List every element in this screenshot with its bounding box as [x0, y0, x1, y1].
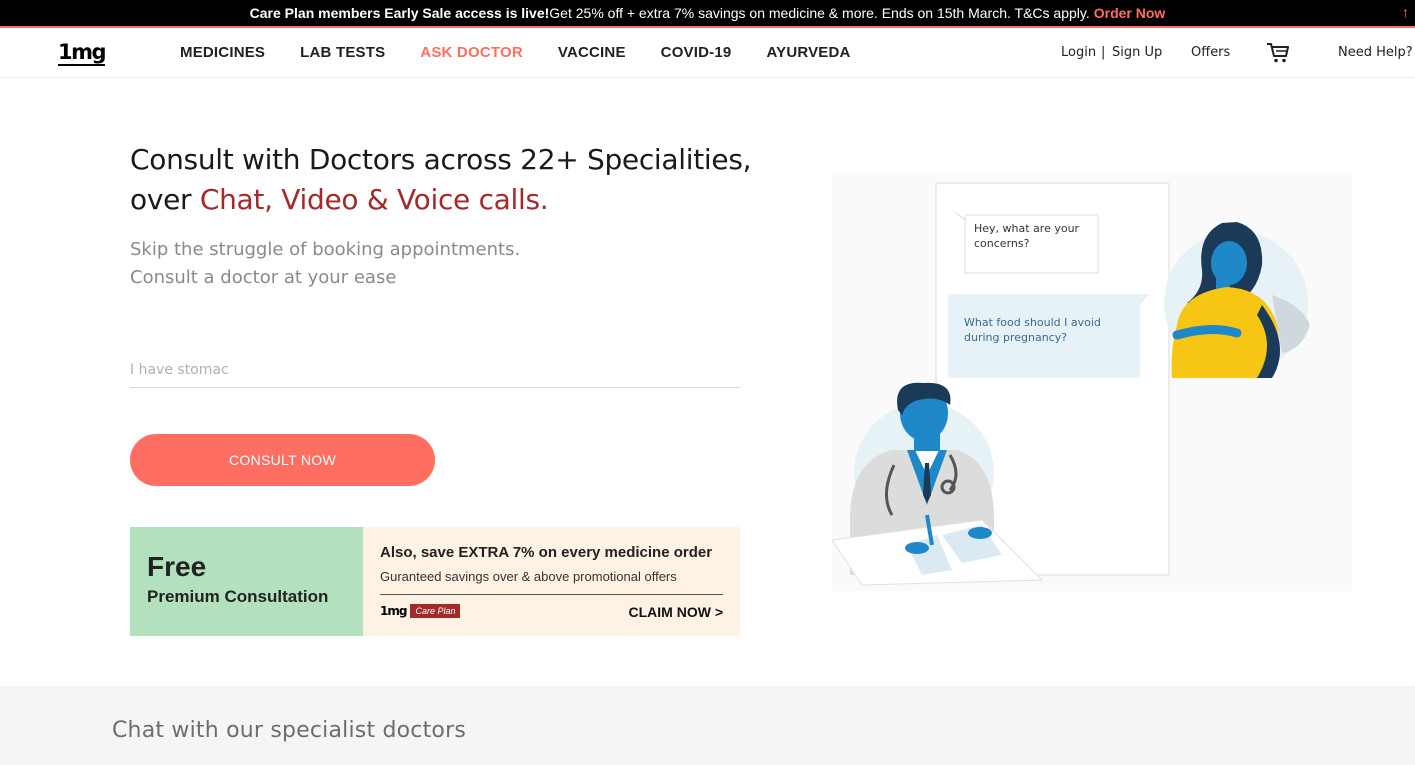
logo[interactable]: 1mg: [58, 40, 107, 66]
doctor-chat-illustration: Hey, what are your concerns? What food s…: [832, 175, 1352, 591]
headline-prefix: over: [130, 183, 200, 216]
claim-now-link[interactable]: CLAIM NOW >: [629, 604, 724, 620]
care-plan-promo-banner[interactable]: Free Premium Consultation Also, save EXT…: [130, 527, 740, 636]
signup-link[interactable]: Sign Up: [1112, 45, 1162, 60]
nav-item-vaccine[interactable]: VACCINE: [558, 44, 626, 61]
promo-free-text: Free: [147, 551, 207, 582]
promo-divider: [380, 594, 723, 595]
headline-line-2: over Chat, Video & Voice calls.: [130, 180, 751, 220]
section-title: Chat with our specialist doctors: [112, 718, 466, 743]
promo-subtext: Guranteed savings over & above promotion…: [380, 569, 677, 584]
nav-item-covid-19[interactable]: COVID-19: [661, 44, 732, 61]
order-now-link[interactable]: Order Now: [1094, 5, 1166, 21]
doctor-bubble-line-1: Hey, what are your: [974, 222, 1080, 235]
announcement-bar: Care Plan members Early Sale access is l…: [0, 0, 1415, 28]
promo-savings-panel: Also, save EXTRA 7% on every medicine or…: [363, 527, 740, 636]
nav-menu: MEDICINES LAB TESTS ASK DOCTOR VACCINE C…: [180, 44, 851, 61]
page-headline: Consult with Doctors across 22+ Speciali…: [130, 140, 752, 220]
nav-item-medicines[interactable]: MEDICINES: [180, 44, 265, 61]
care-plan-brand: 1mg Care Plan: [380, 604, 461, 618]
need-help-link[interactable]: Need Help?: [1338, 45, 1413, 60]
logo-text: 1mg: [58, 40, 107, 66]
promo-logo: 1mg: [380, 604, 407, 618]
subtitle-line-2: Consult a doctor at your ease: [130, 267, 397, 288]
symptom-search-input[interactable]: [130, 352, 740, 388]
doctor-bubble-line-2: concerns?: [974, 237, 1030, 250]
promo-free-panel: Free Premium Consultation: [130, 527, 363, 636]
consult-now-button[interactable]: CONSULT NOW: [130, 434, 435, 486]
promo-headline: Also, save EXTRA 7% on every medicine or…: [380, 544, 713, 561]
announcement-bold: Care Plan members Early Sale access is l…: [249, 5, 550, 21]
hero-subtitle: Skip the struggle of booking appointment…: [130, 236, 520, 292]
announcement-text: Get 25% off + extra 7% savings on medici…: [549, 5, 1090, 21]
nav-item-ask-doctor[interactable]: ASK DOCTOR: [420, 44, 523, 61]
specialist-section: Chat with our specialist doctors: [0, 686, 1415, 765]
top-nav: 1mg MEDICINES LAB TESTS ASK DOCTOR VACCI…: [0, 28, 1415, 78]
nav-item-ayurveda[interactable]: AYURVEDA: [766, 44, 850, 61]
subtitle-line-1: Skip the struggle of booking appointment…: [130, 239, 521, 260]
arrow-up-icon[interactable]: ↑: [1402, 4, 1409, 20]
cart-icon[interactable]: [1266, 42, 1290, 64]
patient-bubble-line-1: What food should I avoid: [964, 316, 1101, 329]
headline-line-1: Consult with Doctors across 22+ Speciali…: [130, 143, 752, 176]
headline-accent: Chat, Video & Voice calls.: [199, 183, 549, 216]
offers-link[interactable]: Offers: [1191, 45, 1230, 60]
login-link[interactable]: Login: [1061, 45, 1096, 60]
login-separator: |: [1101, 45, 1106, 60]
nav-item-lab-tests[interactable]: LAB TESTS: [300, 44, 385, 61]
promo-premium-text: Premium Consultation: [147, 587, 329, 606]
care-plan-badge: Care Plan: [410, 604, 461, 618]
patient-bubble-line-2: during pregnancy?: [964, 331, 1067, 344]
